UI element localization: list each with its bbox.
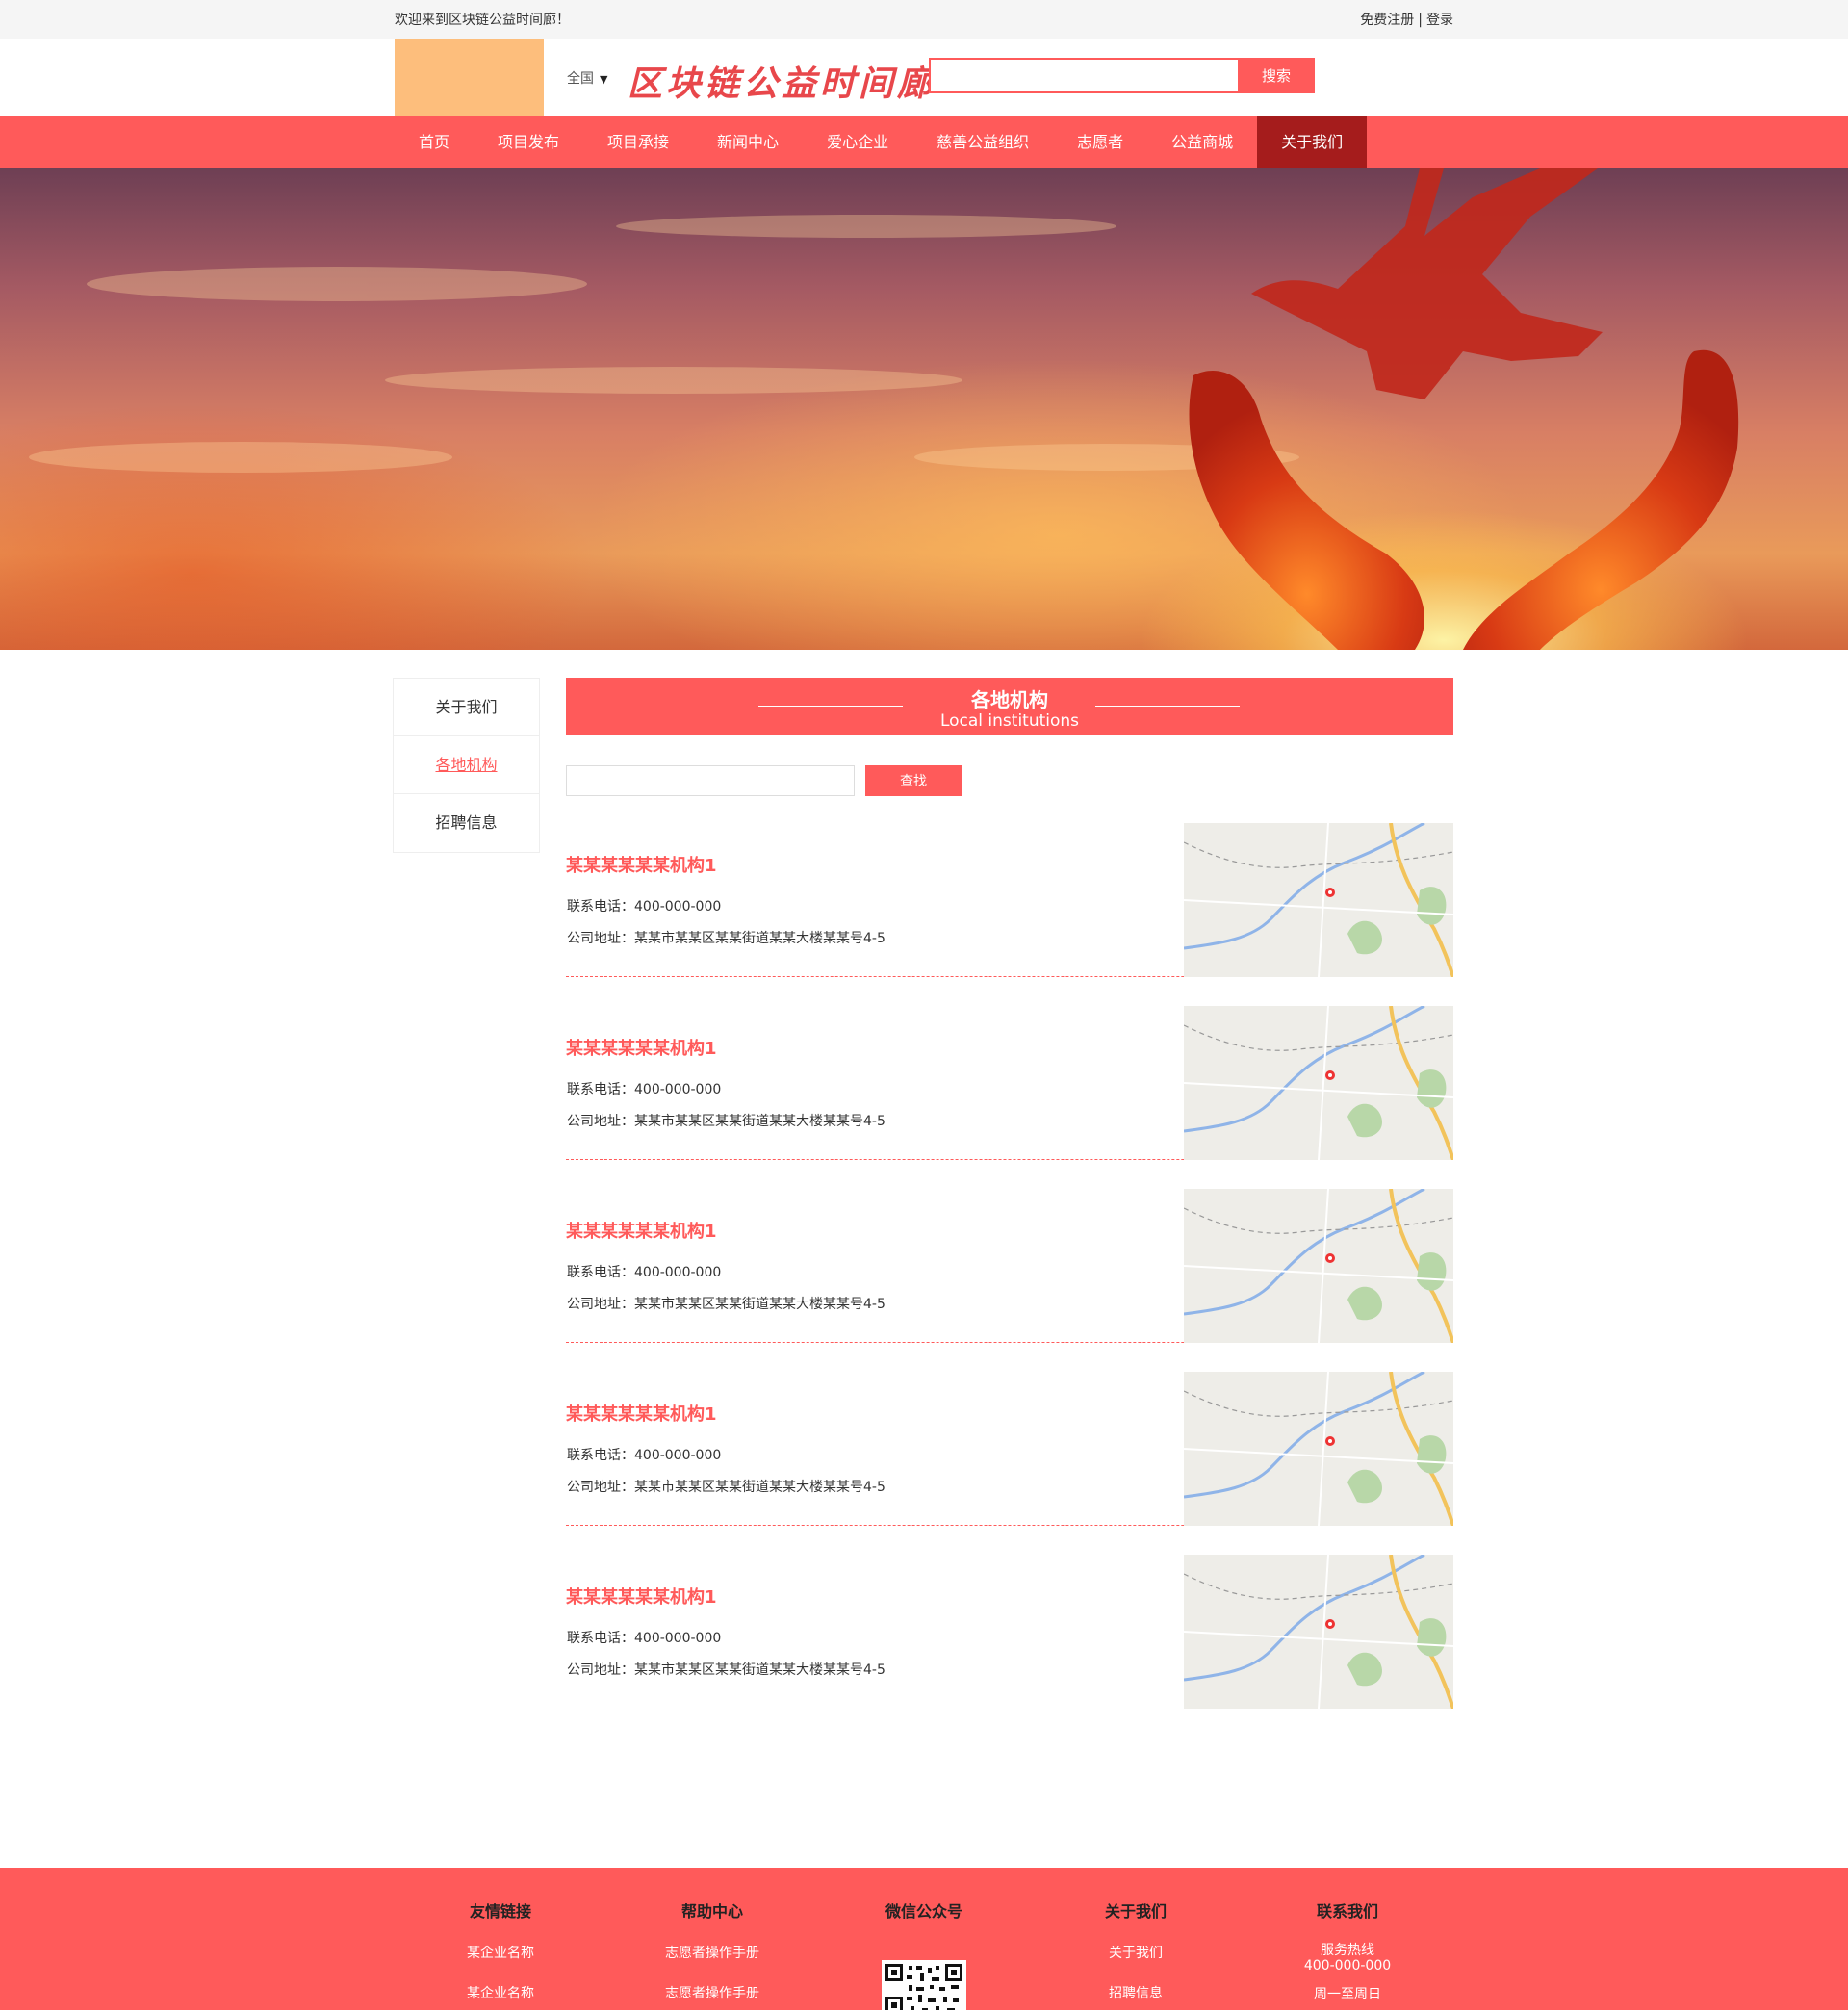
nav-item-charity-orgs[interactable]: 慈善公益组织	[912, 116, 1053, 168]
nav-item-mall[interactable]: 公益商城	[1147, 116, 1257, 168]
auth-separator: |	[1418, 13, 1423, 28]
hotline-label: 服务热线	[1321, 1943, 1374, 1958]
institution-address: 公司地址：某某市某某区某某街道某某大楼某某号4-5	[567, 1480, 886, 1495]
top-bar: 欢迎来到区块链公益时间廊！ 免费注册 | 登录	[0, 0, 1848, 39]
institution-address: 公司地址：某某市某某区某某街道某某大楼某某号4-5	[567, 931, 886, 946]
list-item: 某某某某某某机构1 联系电话：400-000-000 公司地址：某某市某某区某某…	[566, 1372, 1453, 1526]
map-pin-icon	[1184, 823, 1453, 977]
footer-help-link[interactable]: 志愿者操作手册	[626, 1943, 799, 1962]
institution-address: 公司地址：某某市某某区某某街道某某大楼某某号4-5	[567, 1114, 886, 1129]
footer-link[interactable]: 某企业名称	[414, 1943, 587, 1962]
footer-recruitment-link[interactable]: 招聘信息	[1049, 1983, 1222, 2002]
nav-item-home[interactable]: 首页	[395, 116, 474, 168]
institution-name[interactable]: 某某某某某某机构1	[566, 1401, 717, 1426]
footer-help-column: 帮助中心 志愿者操作手册 志愿者操作手册	[626, 1868, 799, 2002]
search-button[interactable]: 搜索	[1238, 58, 1315, 93]
side-item-local-institutions[interactable]: 各地机构	[394, 736, 539, 794]
region-select[interactable]: 全国 ▼	[567, 68, 607, 88]
map-thumbnail[interactable]	[1184, 1372, 1453, 1526]
institution-name[interactable]: 某某某某某某机构1	[566, 1584, 717, 1609]
institution-phone: 联系电话：400-000-000	[567, 1265, 722, 1280]
nav-item-news[interactable]: 新闻中心	[693, 116, 803, 168]
nav-item-project-undertake[interactable]: 项目承接	[583, 116, 693, 168]
footer-links-column: 友情链接 某企业名称 某企业名称	[414, 1868, 587, 2002]
footer-help-link[interactable]: 志愿者操作手册	[626, 1983, 799, 2002]
map-pin-icon	[1184, 1555, 1453, 1709]
logo[interactable]	[395, 39, 544, 116]
welcome-text: 欢迎来到区块链公益时间廊！	[395, 13, 570, 28]
nav-item-charity-companies[interactable]: 爱心企业	[803, 116, 912, 168]
hero-banner	[0, 168, 1848, 650]
map-pin-icon	[1184, 1372, 1453, 1526]
map-thumbnail[interactable]	[1184, 1006, 1453, 1160]
footer-about-column: 关于我们 关于我们 招聘信息	[1049, 1868, 1222, 2002]
footer-links-title: 友情链接	[469, 1902, 531, 1920]
institution-address: 公司地址：某某市某某区某某街道某某大楼某某号4-5	[567, 1662, 886, 1678]
footer-contact-column: 联系我们 服务热线 400-000-000 周一至周日	[1261, 1868, 1434, 2002]
main-nav: 首页 项目发布 项目承接 新闻中心 爱心企业 慈善公益组织 志愿者 公益商城 关…	[0, 116, 1848, 168]
map-pin-icon	[1184, 1006, 1453, 1160]
find-button[interactable]: 查找	[865, 765, 962, 796]
footer-about-link[interactable]: 关于我们	[1049, 1943, 1222, 1962]
institution-name[interactable]: 某某某某某某机构1	[566, 1218, 717, 1243]
caret-down-icon: ▼	[600, 73, 608, 86]
footer-help-title: 帮助中心	[680, 1902, 743, 1920]
institution-name[interactable]: 某某某某某某机构1	[566, 1035, 717, 1060]
footer: 友情链接 某企业名称 某企业名称 帮助中心 志愿者操作手册 志愿者操作手册 微信…	[0, 1868, 1848, 2010]
header: 全国 ▼ 区块链公益时间廊 搜索	[0, 39, 1848, 116]
section-title-zh: 各地机构	[971, 688, 1048, 711]
nav-item-project-publish[interactable]: 项目发布	[474, 116, 583, 168]
auth-links: 免费注册 | 登录	[1360, 10, 1453, 29]
institution-phone: 联系电话：400-000-000	[567, 899, 722, 915]
footer-contact-title: 联系我们	[1316, 1902, 1378, 1920]
map-thumbnail[interactable]	[1184, 1555, 1453, 1709]
brand-title: 区块链公益时间廊	[628, 64, 937, 104]
service-hours: 周一至周日	[1314, 1987, 1381, 2002]
institution-phone: 联系电话：400-000-000	[567, 1448, 722, 1463]
hotline-number: 400-000-000	[1303, 1958, 1392, 1973]
side-menu: 关于我们 各地机构 招聘信息	[393, 678, 540, 853]
qr-code-icon	[886, 1964, 962, 2010]
side-item-about[interactable]: 关于我们	[394, 679, 539, 736]
footer-link[interactable]: 某企业名称	[414, 1983, 587, 2002]
login-link[interactable]: 登录	[1426, 13, 1453, 28]
side-item-recruitment[interactable]: 招聘信息	[394, 794, 539, 852]
list-item: 某某某某某某机构1 联系电话：400-000-000 公司地址：某某市某某区某某…	[566, 1555, 1453, 1709]
dove-hands-illustration	[29, 168, 1739, 650]
footer-wechat-column: 微信公众号	[837, 1868, 1011, 1921]
contact-info: 服务热线 400-000-000 周一至周日	[1261, 1943, 1434, 2002]
region-label: 全国	[567, 71, 594, 87]
map-pin-icon	[1184, 1189, 1453, 1343]
wechat-qr-code	[882, 1960, 966, 2010]
institution-name[interactable]: 某某某某某某机构1	[566, 852, 717, 877]
institution-phone: 联系电话：400-000-000	[567, 1631, 722, 1646]
nav-item-about[interactable]: 关于我们	[1257, 116, 1368, 168]
institution-address: 公司地址：某某市某某区某某街道某某大楼某某号4-5	[567, 1297, 886, 1312]
search-input[interactable]	[929, 58, 1239, 93]
register-link[interactable]: 免费注册	[1360, 13, 1414, 28]
list-item: 某某某某某某机构1 联系电话：400-000-000 公司地址：某某市某某区某某…	[566, 1189, 1453, 1343]
institution-list: 某某某某某某机构1 联系电话：400-000-000 公司地址：某某市某某区某某…	[566, 823, 1453, 1738]
list-item: 某某某某某某机构1 联系电话：400-000-000 公司地址：某某市某某区某某…	[566, 823, 1453, 977]
section-header: 各地机构 Local institutions	[566, 678, 1453, 735]
section-title-en: Local institutions	[939, 711, 1080, 731]
institution-search-input[interactable]	[566, 765, 855, 796]
institution-phone: 联系电话：400-000-000	[567, 1082, 722, 1097]
map-thumbnail[interactable]	[1184, 823, 1453, 977]
footer-about-title: 关于我们	[1104, 1902, 1167, 1920]
map-thumbnail[interactable]	[1184, 1189, 1453, 1343]
footer-wechat-title: 微信公众号	[885, 1902, 962, 1920]
list-item: 某某某某某某机构1 联系电话：400-000-000 公司地址：某某市某某区某某…	[566, 1006, 1453, 1160]
nav-item-volunteers[interactable]: 志愿者	[1053, 116, 1147, 168]
